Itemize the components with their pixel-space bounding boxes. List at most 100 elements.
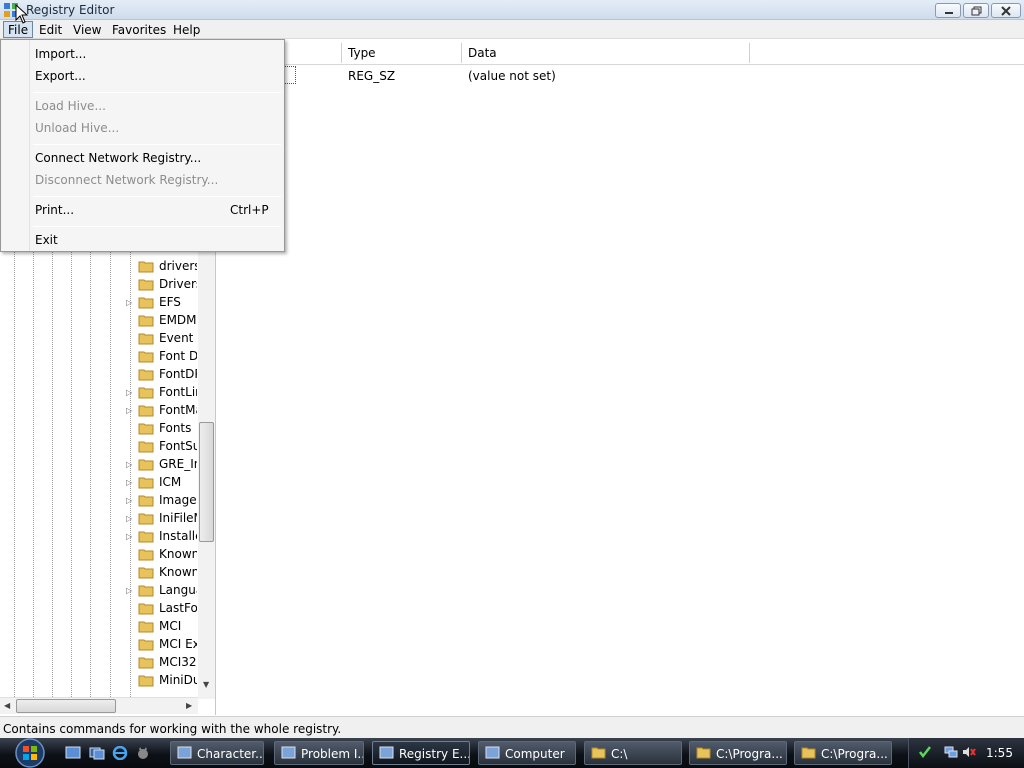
menu-view[interactable]: View xyxy=(68,21,106,38)
tree-horizontal-scroll-thumb[interactable] xyxy=(16,699,116,713)
expand-arrow-icon[interactable]: ▷ xyxy=(126,388,132,397)
value-data-cell[interactable]: (value not set) xyxy=(468,69,556,83)
menu-item-connect-network-registry[interactable]: Connect Network Registry... xyxy=(35,151,201,165)
mouse-pointer-icon xyxy=(15,4,29,24)
start-button[interactable] xyxy=(10,738,50,768)
tree-item[interactable]: FontSu xyxy=(126,438,201,456)
menu-item-export[interactable]: Export... xyxy=(35,69,86,83)
scroll-down-arrow-icon[interactable]: ▼ xyxy=(203,680,209,689)
tree-item[interactable]: Fonts xyxy=(126,420,201,438)
tree-item[interactable]: ▷ Langua xyxy=(126,582,201,600)
tree-item[interactable]: FontDP xyxy=(126,366,201,384)
taskbar-button-label: Problem I... xyxy=(301,747,364,761)
expand-arrow-icon[interactable]: ▷ xyxy=(126,478,132,487)
app-icon xyxy=(281,746,296,759)
tree-item[interactable]: ▷ FontLin xyxy=(126,384,201,402)
menu-item-load-hive: Load Hive... xyxy=(35,99,106,113)
menu-favorites[interactable]: Favorites xyxy=(107,21,171,38)
expand-arrow-icon[interactable]: ▷ xyxy=(126,496,132,505)
expand-arrow-icon[interactable]: ▷ xyxy=(126,406,132,415)
tree-item[interactable]: LastFor xyxy=(126,600,201,618)
taskbar-button[interactable]: C:\ xyxy=(584,741,682,765)
tree-item-label: Font Dr xyxy=(159,349,197,363)
title-bar: Registry Editor xyxy=(0,0,1024,20)
tree-vertical-scroll-thumb[interactable] xyxy=(199,422,214,542)
minimize-button[interactable] xyxy=(935,3,961,18)
taskbar-button-label: C:\Progra... xyxy=(716,747,783,761)
folder-icon xyxy=(138,369,154,381)
folder-icon xyxy=(138,657,154,669)
maximize-button[interactable] xyxy=(963,3,989,18)
tree-item[interactable]: Drivers3 xyxy=(126,276,201,294)
expand-arrow-icon[interactable]: ▷ xyxy=(126,514,132,523)
show-desktop-icon[interactable] xyxy=(65,746,81,760)
tree-item[interactable]: ▷ GRE_Ini xyxy=(126,456,201,474)
menu-item-exit[interactable]: Exit xyxy=(35,233,58,247)
taskbar-button[interactable]: C:\Progra... xyxy=(794,741,892,765)
scroll-right-arrow-icon[interactable]: ▶ xyxy=(186,701,192,710)
volume-muted-icon[interactable] xyxy=(962,745,976,759)
values-list-pane[interactable]: Type Data REG_SZ (value not set) xyxy=(220,40,1024,715)
column-header-type[interactable]: Type xyxy=(342,43,462,63)
menu-separator xyxy=(33,92,281,93)
menu-separator xyxy=(33,144,281,145)
tree-item[interactable]: Known xyxy=(126,564,201,582)
app-icon xyxy=(379,746,394,759)
expand-arrow-icon[interactable]: ▷ xyxy=(126,532,132,541)
tree-item[interactable]: EMDMg xyxy=(126,312,201,330)
file-menu-dropdown: Import... Export... Load Hive... Unload … xyxy=(0,39,285,252)
taskbar-button[interactable]: C:\Progra... xyxy=(689,741,787,765)
tree-horizontal-scrollbar[interactable]: ◀ ▶ xyxy=(0,697,198,714)
tree-item[interactable]: Event V xyxy=(126,330,201,348)
folder-icon xyxy=(138,603,154,615)
folder-icon xyxy=(138,261,154,273)
menu-bar: File Edit View Favorites Help xyxy=(0,20,1024,39)
value-type-cell[interactable]: REG_SZ xyxy=(348,69,395,83)
folder-icon xyxy=(591,747,606,759)
tree-item[interactable]: ▷ ICM xyxy=(126,474,201,492)
folder-icon xyxy=(138,585,154,597)
tree-item[interactable]: drivers. xyxy=(126,258,201,276)
tree-item[interactable]: ▷ Installe xyxy=(126,528,201,546)
menu-help[interactable]: Help xyxy=(168,21,205,38)
tree-item[interactable]: ▷ EFS xyxy=(126,294,201,312)
scroll-left-arrow-icon[interactable]: ◀ xyxy=(4,701,10,710)
tree-item[interactable]: Known xyxy=(126,546,201,564)
tree-item-label: Known xyxy=(159,565,197,579)
folder-icon xyxy=(138,351,154,363)
tree-item[interactable]: MCI Ext xyxy=(126,636,201,654)
column-header-data[interactable]: Data xyxy=(462,43,750,63)
list-header: Type Data xyxy=(220,40,1024,65)
tree-item[interactable]: ▷ Image I xyxy=(126,492,201,510)
expand-arrow-icon[interactable]: ▷ xyxy=(126,586,132,595)
taskbar-button[interactable]: Registry E... xyxy=(372,741,470,765)
tree-item[interactable]: ▷ FontMa xyxy=(126,402,201,420)
folder-icon xyxy=(801,747,816,759)
clock[interactable]: 1:55 xyxy=(986,746,1013,760)
tree-item-label: Fonts xyxy=(159,421,192,435)
window-title: Registry Editor xyxy=(26,3,115,17)
taskbar-button[interactable]: Computer xyxy=(478,741,576,765)
menu-item-print[interactable]: Print... xyxy=(35,203,74,217)
expand-arrow-icon[interactable]: ▷ xyxy=(126,298,132,307)
close-button[interactable] xyxy=(991,3,1021,18)
menu-edit[interactable]: Edit xyxy=(34,21,67,38)
menu-separator xyxy=(33,226,281,227)
switch-windows-icon[interactable] xyxy=(89,746,105,760)
tree-item[interactable]: MCI32 xyxy=(126,654,201,672)
taskbar-button[interactable]: Problem I... xyxy=(274,741,364,765)
menu-item-import[interactable]: Import... xyxy=(35,47,86,61)
folder-icon xyxy=(138,459,154,471)
checkmark-tray-icon[interactable] xyxy=(918,745,932,759)
network-tray-icon[interactable] xyxy=(944,745,958,759)
tree-item[interactable]: MiniDu xyxy=(126,672,201,690)
cat-app-icon[interactable] xyxy=(135,746,151,760)
folder-icon xyxy=(138,531,154,543)
taskbar-button[interactable]: Character... xyxy=(170,741,264,765)
expand-arrow-icon[interactable]: ▷ xyxy=(126,460,132,469)
tree-item[interactable]: Font Dr xyxy=(126,348,201,366)
tree-item[interactable]: MCI xyxy=(126,618,201,636)
folder-icon xyxy=(138,567,154,579)
internet-explorer-icon[interactable] xyxy=(112,746,128,760)
tree-item[interactable]: ▷ IniFileM xyxy=(126,510,201,528)
